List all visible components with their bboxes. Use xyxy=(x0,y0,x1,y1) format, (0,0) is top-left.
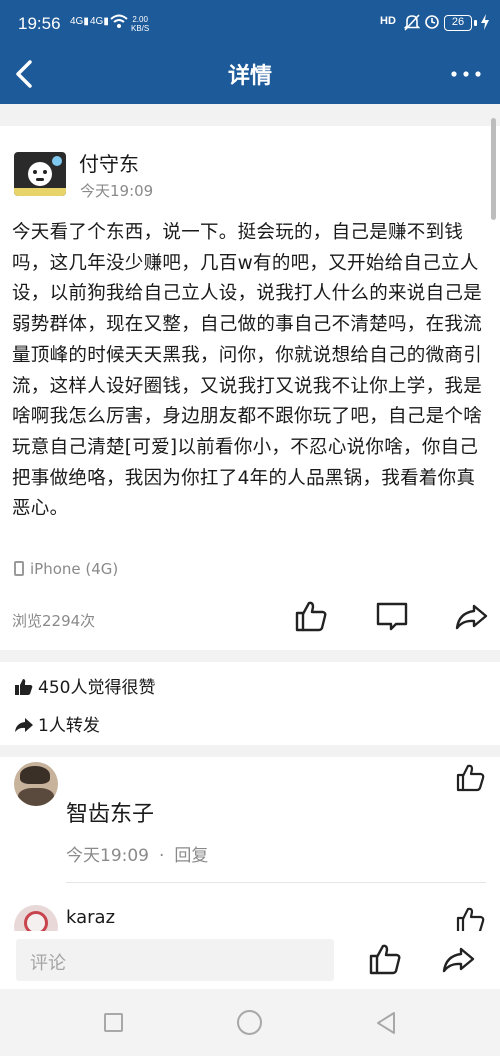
home-circle-icon[interactable] xyxy=(237,1010,262,1035)
thumbs-up-icon xyxy=(369,944,401,975)
share-icon xyxy=(442,947,475,973)
net-speed: 2.00 KB/S xyxy=(131,15,149,33)
meta-separator: · xyxy=(159,846,165,866)
share-button[interactable] xyxy=(453,598,489,634)
status-time: 19:56 xyxy=(18,14,61,33)
top-divider xyxy=(0,104,500,126)
section-divider xyxy=(0,745,500,757)
device-label: iPhone (4G) xyxy=(30,560,119,578)
charging-icon xyxy=(481,14,489,34)
comment-text: 智齿东子 xyxy=(66,802,155,827)
thumbs-up-icon xyxy=(295,601,327,632)
avatar-strip xyxy=(14,188,66,196)
status-bar: 19:56 4G▮ 4G▮ 2.00 KB/S HD 26 xyxy=(0,0,500,44)
likes-summary[interactable]: 450人觉得很赞 xyxy=(14,673,155,698)
author-avatar[interactable] xyxy=(14,152,66,196)
view-count: 浏览2294次 xyxy=(12,612,96,630)
back-triangle-icon[interactable] xyxy=(374,1010,398,1036)
hd-icon: HD xyxy=(380,15,396,27)
forwards-summary[interactable]: 1人转发 xyxy=(14,711,100,736)
phone-icon xyxy=(14,561,24,576)
comment-time: 今天19:09 xyxy=(66,846,149,866)
reply-button[interactable]: 回复 xyxy=(174,846,208,866)
author-name[interactable]: 付守东 xyxy=(79,148,139,177)
alarm-icon xyxy=(424,14,440,34)
scrollbar[interactable] xyxy=(491,118,496,220)
avatar-face xyxy=(28,162,52,186)
comment-button[interactable] xyxy=(374,598,410,634)
recents-square-icon[interactable] xyxy=(104,1013,123,1032)
top-app-bar: 详情 xyxy=(0,44,500,104)
more-options-button[interactable] xyxy=(446,56,486,92)
forward-arrow-icon xyxy=(14,716,34,734)
comment-bar: 评论 xyxy=(0,931,500,989)
wifi-icon xyxy=(110,13,128,33)
post-content: 今天看了个东西，说一下。挺会玩的，自己是赚不到钱吗，这几年没少赚吧，几百w有的吧… xyxy=(12,222,483,520)
net-speed-unit: KB/S xyxy=(131,24,150,33)
thumbs-up-filled-icon xyxy=(14,678,34,696)
commenter-avatar[interactable] xyxy=(14,762,58,806)
net-speed-value: 2.00 xyxy=(132,15,148,24)
comment-placeholder: 评论 xyxy=(30,953,66,974)
section-divider xyxy=(0,650,500,662)
post-time: 今天19:09 xyxy=(80,182,154,200)
comment-icon xyxy=(376,602,408,631)
like-button[interactable] xyxy=(293,598,329,634)
page-title: 详情 xyxy=(227,64,272,89)
avatar-badge xyxy=(52,156,62,166)
system-nav-bar xyxy=(0,989,500,1056)
signal-icon-sim1: 4G▮ xyxy=(70,16,89,27)
avatar-hair xyxy=(20,766,50,784)
bottom-like-button[interactable] xyxy=(367,941,403,977)
more-dots-icon xyxy=(451,71,481,77)
avatar-body xyxy=(18,788,54,806)
likes-label: 450人觉得很赞 xyxy=(38,678,156,698)
share-icon xyxy=(455,604,488,630)
mute-bell-icon xyxy=(403,14,421,35)
battery-tip xyxy=(474,20,477,26)
comment-input[interactable]: 评论 xyxy=(16,939,334,981)
signal-label-sim2: 4G xyxy=(90,16,104,27)
comment-meta: 今天19:09 · 回复 xyxy=(66,841,208,866)
thumbs-up-icon xyxy=(456,764,485,792)
comment-separator xyxy=(66,882,486,883)
signal-icon-sim2: 4G▮ xyxy=(90,16,109,27)
signal-label-sim1: 4G xyxy=(70,16,84,27)
bottom-share-button[interactable] xyxy=(440,941,476,977)
forwards-label: 1人转发 xyxy=(38,716,100,736)
battery-icon: 26 xyxy=(444,15,472,31)
commenter-name[interactable]: karaz xyxy=(66,907,115,928)
battery-level: 26 xyxy=(451,16,465,28)
post-device: iPhone (4G) xyxy=(14,560,118,578)
comment-like-button[interactable] xyxy=(453,760,489,796)
